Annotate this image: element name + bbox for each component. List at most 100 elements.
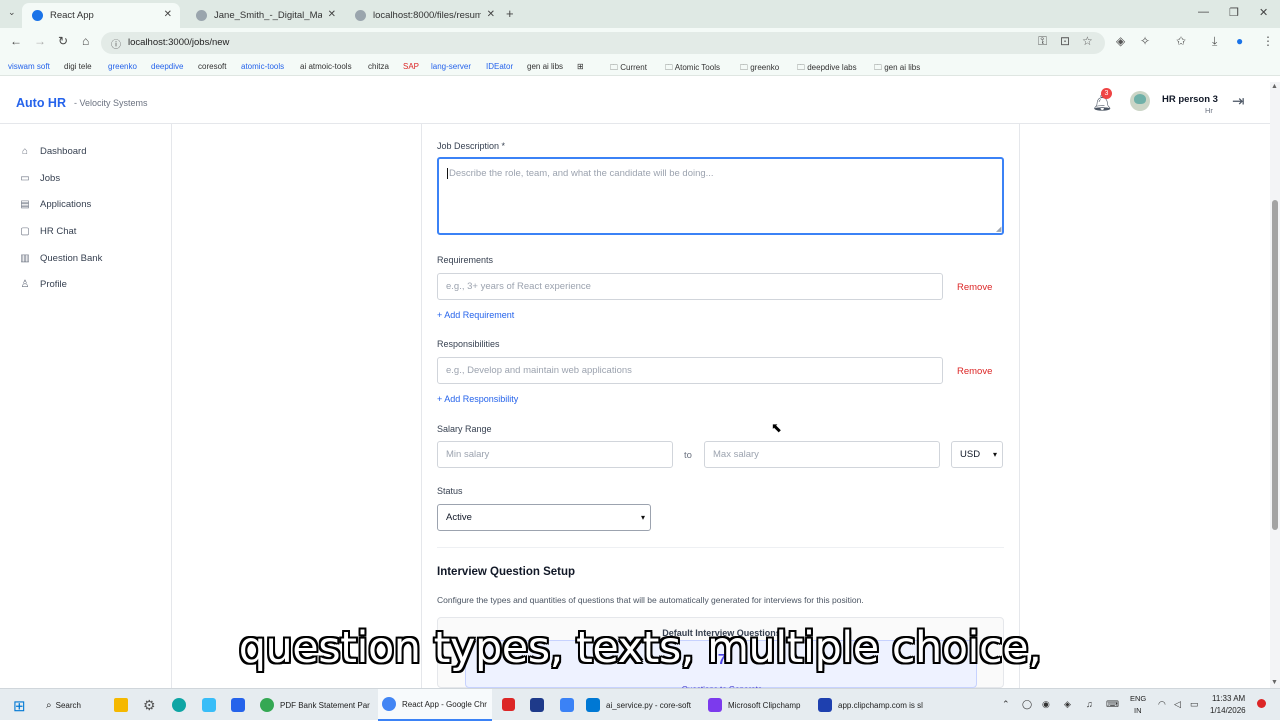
bookmarks-icon[interactable]: ✩: [1176, 34, 1186, 48]
scroll-down-icon[interactable]: ▼: [1271, 679, 1278, 686]
resize-handle-icon[interactable]: ◢: [996, 225, 1001, 233]
minimize-icon[interactable]: —: [1198, 6, 1209, 18]
settings-gear-icon[interactable]: ⚙: [143, 697, 156, 714]
microphone-icon[interactable]: ♫: [1086, 699, 1093, 709]
bookmark-folder[interactable]: 🗀 Atomic Tools: [665, 62, 720, 76]
shield-icon[interactable]: ◈: [1116, 34, 1125, 48]
taskbar-item-chrome-pdf[interactable]: PDF Bank Statement Par: [260, 689, 372, 721]
status-select[interactable]: Active ▾: [437, 504, 651, 531]
volume-icon[interactable]: ◁: [1174, 699, 1181, 710]
file-explorer-icon[interactable]: [114, 698, 128, 712]
taskbar-item-vscode[interactable]: ai_service.py - core-soft: [586, 689, 700, 721]
bookmark-item[interactable]: chitza: [368, 62, 389, 71]
tab-react-app[interactable]: React App ✕: [22, 3, 180, 28]
bookmark-star-icon[interactable]: ☆: [1082, 34, 1093, 48]
windows-start-icon[interactable]: ⊞: [13, 697, 26, 715]
close-window-icon[interactable]: ✕: [1259, 6, 1268, 19]
clock-time[interactable]: 11:33 AM: [1212, 694, 1245, 703]
currency-select[interactable]: USD ▾: [951, 441, 1003, 468]
app-icon[interactable]: [530, 698, 544, 712]
sidebar-item-hr-chat[interactable]: ▢ HR Chat: [18, 221, 168, 241]
sidebar-item-profile[interactable]: ♙ Profile: [18, 274, 168, 294]
site-info-icon[interactable]: ⓘ: [111, 36, 121, 51]
bookmark-item[interactable]: viswam soft: [8, 62, 50, 71]
download-icon[interactable]: ⤓: [1212, 34, 1217, 49]
taskbar-search[interactable]: ⌕ Search: [46, 689, 104, 721]
chrome-icon: [260, 698, 274, 712]
bookmark-item[interactable]: greenko: [108, 62, 137, 71]
bookmark-item[interactable]: ai atmoic-tools: [300, 62, 352, 71]
restore-icon[interactable]: ❐: [1229, 6, 1239, 19]
battery-icon[interactable]: ▭: [1190, 699, 1199, 710]
tab-resume-pdf[interactable]: Jane_Smith_-_Digital_Marketing ✕: [186, 3, 344, 28]
taskbar-item-clipchamp-web[interactable]: app.clipchamp.com is sl: [818, 689, 930, 721]
apps-grid-icon[interactable]: ⊞: [577, 62, 584, 71]
brand-logo[interactable]: Auto HR: [16, 96, 66, 110]
language-indicator[interactable]: ENG: [1130, 694, 1146, 703]
bookmark-item[interactable]: deepdive: [151, 62, 183, 71]
taskbar-item-clipchamp[interactable]: Microsoft Clipchamp: [708, 689, 812, 721]
tray-icon[interactable]: ◈: [1064, 699, 1071, 710]
bookmark-folder[interactable]: 🗀 deepdive labs: [797, 62, 857, 76]
menu-icon[interactable]: ⋮: [1262, 34, 1274, 48]
sidebar-item-applications[interactable]: ▤ Applications: [18, 194, 168, 214]
max-salary-input[interactable]: Max salary: [704, 441, 940, 468]
scroll-up-icon[interactable]: ▲: [1271, 83, 1278, 90]
app-icon[interactable]: [560, 698, 574, 712]
edge-icon[interactable]: [172, 698, 186, 712]
sidebar-item-jobs[interactable]: ▭ Jobs: [18, 168, 168, 188]
avatar[interactable]: [1130, 91, 1150, 111]
notification-dot-icon[interactable]: [1257, 699, 1266, 708]
back-icon[interactable]: ←: [10, 34, 22, 48]
forward-icon[interactable]: →: [34, 34, 46, 48]
reload-icon[interactable]: ↻: [58, 34, 68, 48]
bookmark-folder[interactable]: 🗀 Current: [610, 62, 647, 76]
responsibility-input[interactable]: e.g., Develop and maintain web applicati…: [437, 357, 943, 384]
bookmark-item[interactable]: IDEator: [486, 62, 513, 71]
keyboard-icon[interactable]: ⌨: [1106, 699, 1119, 710]
clock-date[interactable]: 1/14/2026: [1210, 706, 1246, 715]
remove-requirement-button[interactable]: Remove: [957, 282, 992, 293]
wifi-icon[interactable]: ◠: [1158, 699, 1166, 710]
profile-icon[interactable]: ●: [1236, 34, 1243, 48]
remove-responsibility-button[interactable]: Remove: [957, 366, 992, 377]
sidebar-item-question-bank[interactable]: ▥ Question Bank: [18, 248, 168, 268]
new-tab-button[interactable]: +: [506, 6, 514, 21]
git-icon[interactable]: [502, 698, 515, 711]
store-icon[interactable]: [202, 698, 216, 712]
bookmark-folder[interactable]: 🗀 greenko: [740, 62, 779, 76]
chevron-up-icon[interactable]: ⌃: [1002, 699, 1010, 710]
min-salary-input[interactable]: Min salary: [437, 441, 673, 468]
close-icon[interactable]: ✕: [164, 9, 172, 20]
home-icon[interactable]: ⌂: [82, 34, 89, 48]
add-requirement-button[interactable]: + Add Requirement: [437, 310, 514, 320]
taskbar-item-react-app[interactable]: React App - Google Chr: [378, 689, 492, 721]
extensions-icon[interactable]: ✧: [1140, 34, 1150, 48]
add-responsibility-button[interactable]: + Add Responsibility: [437, 394, 518, 404]
region-indicator[interactable]: IN: [1134, 706, 1142, 715]
bookmark-item[interactable]: coresoft: [198, 62, 226, 71]
bookmark-item[interactable]: lang-server: [431, 62, 471, 71]
close-icon[interactable]: ✕: [487, 9, 495, 20]
sidebar-item-dashboard[interactable]: ⌂ Dashboard: [18, 141, 168, 161]
close-icon[interactable]: ✕: [328, 9, 336, 20]
bookmark-item[interactable]: atomic-tools: [241, 62, 284, 71]
key-icon[interactable]: ⚿: [1038, 34, 1047, 49]
windows-taskbar: ⊞ ⌕ Search ⚙ PDF Bank Statement Par Reac…: [0, 688, 1280, 721]
bookmark-folder[interactable]: 🗀 gen ai libs: [874, 62, 920, 76]
bookmark-item[interactable]: SAP: [403, 62, 419, 71]
scrollbar-thumb[interactable]: [1272, 200, 1278, 530]
mail-icon[interactable]: [231, 698, 245, 712]
address-bar[interactable]: ⓘ localhost:3000/jobs/new: [101, 32, 1105, 54]
video-caption: question types, texts, multiple choice,: [238, 623, 1042, 673]
install-app-icon[interactable]: ⊡: [1060, 34, 1070, 48]
bookmark-item[interactable]: digi tele: [64, 62, 92, 71]
tray-icon[interactable]: ◯: [1022, 699, 1032, 710]
tab-search-icon[interactable]: ⌄: [8, 7, 16, 18]
bookmark-item[interactable]: gen ai libs: [527, 62, 563, 71]
logout-icon[interactable]: ⇥: [1232, 92, 1245, 110]
tray-icon[interactable]: ◉: [1042, 699, 1050, 710]
job-description-textarea[interactable]: Describe the role, team, and what the ca…: [437, 157, 1004, 235]
requirement-input[interactable]: e.g., 3+ years of React experience: [437, 273, 943, 300]
tab-localhost-files[interactable]: localhost:8000/files/resumes/el ✕: [345, 3, 503, 28]
